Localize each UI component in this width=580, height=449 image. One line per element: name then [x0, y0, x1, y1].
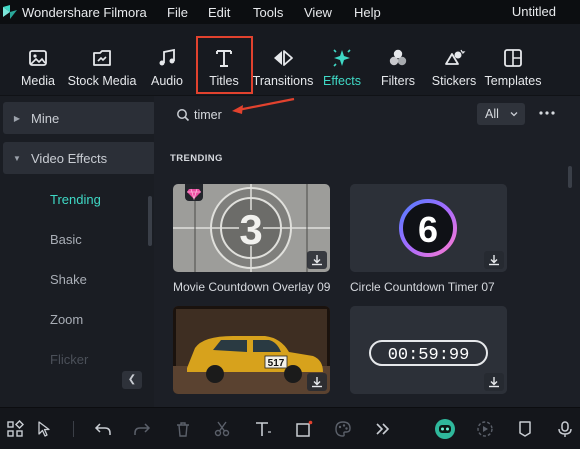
color-icon[interactable] — [334, 420, 352, 438]
tab-templates[interactable]: Templates — [478, 46, 548, 88]
download-icon[interactable] — [484, 373, 504, 391]
app-name: Wondershare Filmora — [22, 4, 147, 20]
delete-icon[interactable] — [174, 420, 192, 438]
stickers-icon — [445, 49, 466, 65]
undo-icon[interactable] — [94, 420, 112, 438]
chevron-down-icon — [510, 112, 518, 117]
effect-card-movie-countdown[interactable]: 3 Movie Countdown Overlay 09 — [173, 184, 330, 294]
tab-label: Templates — [484, 74, 542, 88]
effect-name: Movie Countdown Overlay 09 — [173, 280, 331, 294]
select-icon[interactable] — [36, 420, 54, 438]
countdown-digit: 6 — [418, 209, 438, 250]
sidebar-group-label: Mine — [31, 110, 60, 126]
grid-scrollbar[interactable] — [568, 166, 572, 188]
search-bar: All — [154, 96, 580, 136]
download-icon[interactable] — [307, 373, 327, 391]
effects-category-sidebar: ▶ Mine ▼ Video Effects Trending Basic Sh… — [0, 96, 156, 407]
menu-file[interactable]: File — [167, 5, 188, 20]
race-number: 517 — [268, 358, 285, 369]
redo-icon[interactable] — [133, 420, 151, 438]
clock-readout: 00:59:99 — [388, 346, 470, 365]
menu-tools[interactable]: Tools — [253, 5, 283, 20]
effect-card-digital-clock[interactable]: 00:59:99 — [350, 306, 507, 394]
caret-down-icon: ▼ — [13, 153, 21, 163]
sidebar-item-flicker[interactable]: Flicker — [50, 352, 88, 367]
filmora-logo-icon — [3, 5, 17, 19]
caret-right-icon: ▶ — [13, 113, 21, 123]
download-icon[interactable] — [484, 251, 504, 269]
stock-media-icon — [93, 50, 111, 66]
render-preview-icon[interactable] — [476, 420, 494, 438]
media-tabs-toolbar: Media Stock Media Audio Titles Transitio… — [0, 24, 580, 96]
tab-media[interactable]: Media — [3, 46, 73, 88]
layout-icon[interactable] — [6, 420, 24, 438]
more-options-icon[interactable] — [538, 105, 556, 121]
countdown-digit: 3 — [239, 206, 262, 253]
toolbar-divider — [73, 421, 74, 437]
titles-highlight-box — [196, 36, 253, 94]
sidebar-group-video-effects[interactable]: ▼ Video Effects — [3, 142, 156, 174]
effects-browser: All TRENDING — [154, 96, 580, 407]
filter-dropdown[interactable]: All — [477, 103, 525, 125]
effect-thumbnail: 3 — [173, 184, 330, 272]
sidebar-item-shake[interactable]: Shake — [50, 272, 87, 287]
templates-icon — [504, 49, 522, 67]
media-icon — [29, 50, 47, 66]
audio-icon — [159, 48, 175, 66]
marker-icon[interactable] — [516, 420, 534, 438]
effect-thumbnail: 00:59:99 — [350, 306, 507, 394]
app-window: Wondershare Filmora File Edit Tools View… — [0, 0, 580, 449]
text-icon[interactable] — [254, 420, 272, 438]
effect-thumbnail: 517 — [173, 306, 330, 394]
sidebar-item-zoom[interactable]: Zoom — [50, 312, 83, 327]
effects-icon — [333, 49, 351, 67]
more-tools-icon[interactable] — [374, 420, 392, 438]
effect-name: Circle Countdown Timer 07 — [350, 280, 495, 294]
filter-value: All — [485, 107, 499, 121]
effect-thumbnail: 6 — [350, 184, 507, 272]
effect-card-yellow-car[interactable]: 517 — [173, 306, 330, 394]
sidebar-scrollbar[interactable] — [148, 196, 152, 246]
timeline-toolbar — [0, 407, 580, 449]
microphone-icon[interactable] — [556, 420, 574, 438]
tab-stock-media[interactable]: Stock Media — [67, 46, 137, 88]
search-icon — [177, 109, 190, 122]
tab-label: Media — [20, 74, 56, 88]
premium-gem-icon — [185, 184, 203, 201]
section-title: TRENDING — [170, 153, 223, 164]
transitions-icon — [274, 50, 293, 66]
effect-card-circle-countdown[interactable]: 6 Circle Countdown Timer 07 — [350, 184, 507, 294]
menu-edit[interactable]: Edit — [208, 5, 230, 20]
document-title: Untitled — [511, 4, 556, 19]
sidebar-group-mine[interactable]: ▶ Mine — [3, 102, 156, 134]
sidebar-group-label: Video Effects — [31, 150, 108, 166]
title-bar: Wondershare Filmora File Edit Tools View… — [0, 0, 580, 24]
menu-help[interactable]: Help — [354, 5, 381, 20]
collapse-sidebar-button[interactable]: ❮ — [122, 371, 142, 389]
filters-icon — [389, 49, 407, 66]
annotation-arrow-icon — [232, 97, 295, 114]
cut-icon[interactable] — [213, 420, 231, 438]
tab-label: Stock Media — [67, 74, 137, 88]
sidebar-item-basic[interactable]: Basic — [50, 232, 82, 247]
sidebar-item-trending[interactable]: Trending — [50, 192, 101, 207]
menu-view[interactable]: View — [304, 5, 332, 20]
chevron-left-icon: ❮ — [127, 374, 137, 385]
ai-mate-icon[interactable] — [434, 418, 456, 440]
download-icon[interactable] — [307, 251, 327, 269]
crop-icon[interactable] — [295, 420, 313, 438]
